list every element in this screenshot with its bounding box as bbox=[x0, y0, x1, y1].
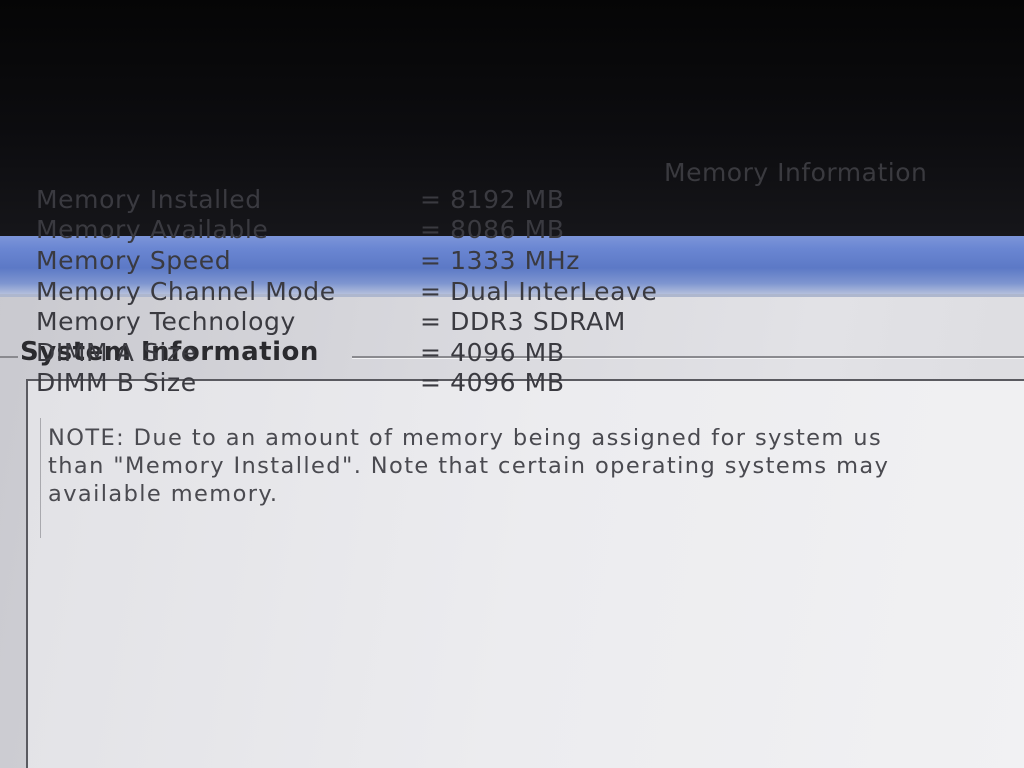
info-value: = 8192 MB bbox=[420, 184, 565, 214]
info-row-memory-available: Memory Available = 8086 MB bbox=[36, 215, 796, 246]
info-value: = 8086 MB bbox=[420, 215, 565, 245]
info-value: = 4096 MB bbox=[420, 368, 565, 398]
info-row-dimm-a-size: DIMM A Size = 4096 MB bbox=[36, 337, 796, 368]
note-frame-line bbox=[40, 418, 41, 538]
info-value: = 4096 MB bbox=[420, 337, 565, 367]
info-label: Memory Channel Mode bbox=[36, 276, 336, 306]
info-row-memory-channel-mode: Memory Channel Mode = Dual InterLeave bbox=[36, 276, 796, 307]
info-label: Memory Installed bbox=[36, 184, 262, 214]
info-row-dimm-b-size: DIMM B Size = 4096 MB bbox=[36, 368, 796, 399]
info-value: = DDR3 SDRAM bbox=[420, 307, 626, 337]
info-value: = Dual InterLeave bbox=[420, 276, 658, 306]
info-row-memory-technology: Memory Technology = DDR3 SDRAM bbox=[36, 306, 796, 337]
note-line: NOTE: Due to an amount of memory being a… bbox=[48, 425, 883, 451]
note-line: than "Memory Installed". Note that certa… bbox=[48, 453, 890, 479]
info-row-memory-speed: Memory Speed = 1333 MHz bbox=[36, 245, 796, 276]
info-label: Memory Available bbox=[36, 215, 269, 245]
group-frame-line-left bbox=[0, 356, 18, 358]
info-row-memory-installed: Memory Installed = 8192 MB bbox=[36, 184, 796, 215]
info-label: Memory Technology bbox=[36, 307, 296, 337]
panel-title: Memory Information bbox=[664, 158, 928, 187]
memory-info-list: Memory Installed = 8192 MB Memory Availa… bbox=[36, 184, 796, 398]
info-value: = 1333 MHz bbox=[420, 245, 580, 275]
memory-note: NOTE: Due to an amount of memory being a… bbox=[48, 424, 1024, 508]
info-label: Memory Speed bbox=[36, 245, 232, 275]
info-label: DIMM A Size bbox=[36, 337, 197, 367]
note-line: available memory. bbox=[48, 481, 279, 507]
info-label: DIMM B Size bbox=[36, 368, 197, 398]
